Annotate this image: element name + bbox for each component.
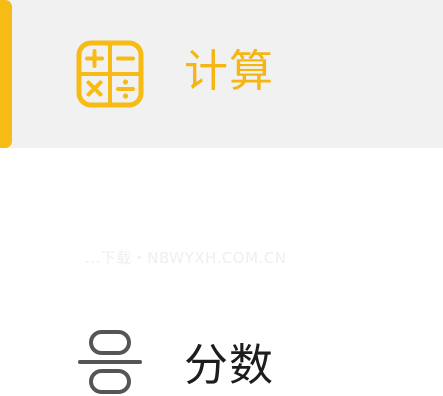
menu-item-label: 分数 [184,340,274,391]
watermark: ...下载・NBWYXH.COM.CN [85,249,287,267]
menu-item-label: 计算 [184,46,274,97]
fraction-icon [78,330,142,394]
calculator-icon [76,40,144,108]
menu-item-calculate[interactable]: 计算 [0,0,443,148]
selected-indicator [0,0,12,148]
category-menu: 计算 分数 ...下载・NBWYXH.COM.CN [0,0,443,394]
